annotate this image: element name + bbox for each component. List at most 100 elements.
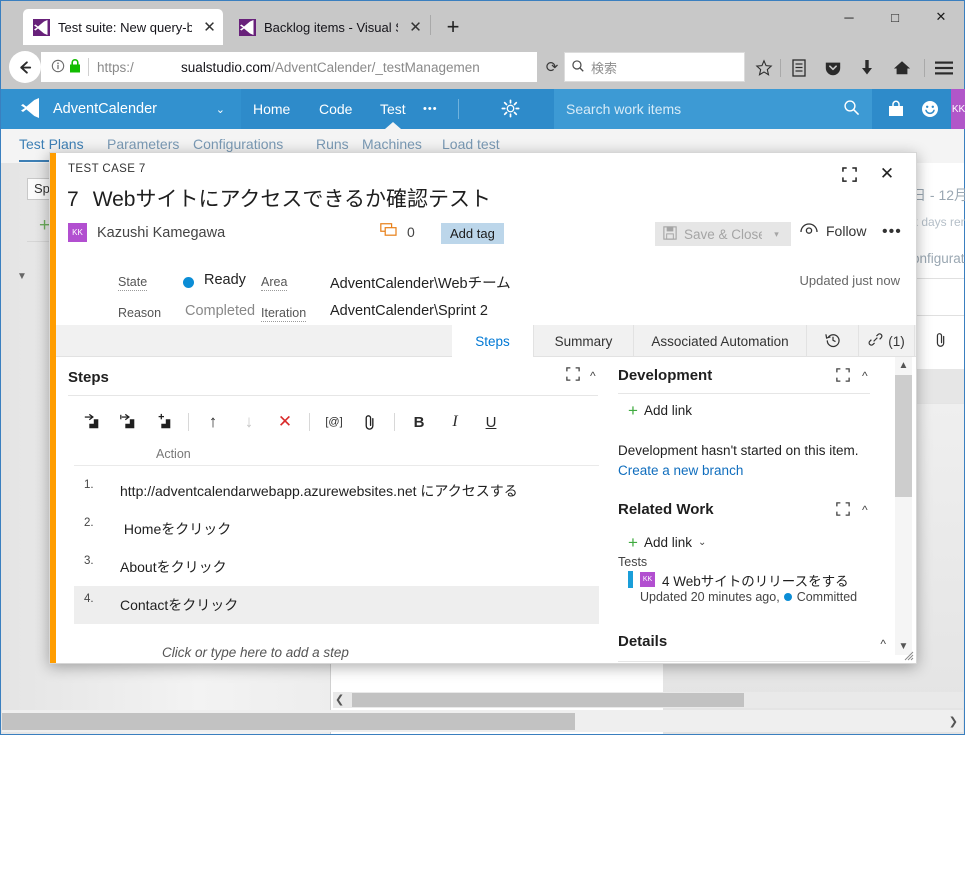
create-new-branch-link[interactable]: Create a new branch <box>618 463 743 478</box>
related-work-add-link-button[interactable]: + Add link ⌄ <box>628 534 706 551</box>
url-path: /AdventCalender/_testManagemen <box>271 59 480 75</box>
step-row[interactable]: 4. Contactをクリック <box>74 586 599 624</box>
library-icon[interactable] <box>786 55 812 81</box>
new-tab-button[interactable]: + <box>441 15 465 39</box>
collapse-development-icon[interactable]: ^ <box>862 369 868 383</box>
marketplace-bag-icon[interactable] <box>887 100 905 121</box>
related-work-item-state-dot <box>783 593 792 601</box>
reload-button[interactable]: ⟳ <box>537 52 567 82</box>
browser-tab-title: Backlog items - Visual Stu... <box>264 19 398 35</box>
feedback-smiley-icon[interactable] <box>921 100 939 121</box>
italic-icon[interactable]: I <box>437 408 473 436</box>
iteration-field-value[interactable]: AdventCalender\Sprint 2 <box>330 303 488 319</box>
step-action-text[interactable]: http://adventcalendarwebapp.azurewebsite… <box>120 472 518 501</box>
vsts-nav-more[interactable]: ••• <box>423 89 438 129</box>
bold-icon[interactable]: B <box>401 408 437 436</box>
expand-development-icon[interactable] <box>836 368 850 385</box>
step-row[interactable]: 1. http://adventcalendarwebapp.azurewebs… <box>74 472 599 510</box>
pocket-icon[interactable] <box>820 55 846 81</box>
browser-search-bar[interactable]: 検索 <box>564 52 745 82</box>
divider <box>68 395 598 396</box>
scroll-left-icon[interactable]: ❮ <box>335 693 344 706</box>
dialog-resize-grip[interactable] <box>902 649 914 661</box>
insert-shared-step-icon[interactable] <box>110 408 146 436</box>
vsts-nav-home[interactable]: Home <box>253 89 290 129</box>
delete-step-icon[interactable]: ✕ <box>267 408 303 436</box>
save-dropdown-button[interactable]: ▾ <box>762 222 791 246</box>
window-minimize-button[interactable]: ─ <box>826 1 872 33</box>
vsts-nav-code[interactable]: Code <box>319 89 352 129</box>
collapse-steps-icon[interactable]: ^ <box>590 369 596 383</box>
tab-steps[interactable]: Steps <box>452 325 533 357</box>
tab-attachments[interactable] <box>914 325 965 357</box>
underline-icon[interactable]: U <box>473 408 509 436</box>
hub-tab-load-test[interactable]: Load test <box>442 136 500 152</box>
hub-tab-machines[interactable]: Machines <box>362 136 422 152</box>
window-maximize-button[interactable]: □ <box>872 1 918 33</box>
expand-related-work-icon[interactable] <box>836 502 850 519</box>
page-scrollbar-thumb[interactable] <box>2 713 575 730</box>
browser-tab-close-icon[interactable]: ✕ <box>202 18 217 36</box>
browser-tab-0[interactable]: Test suite: New query-bas... ✕ <box>23 9 223 45</box>
tab-history[interactable] <box>806 325 858 357</box>
work-items-search-box[interactable]: Search work items <box>554 89 872 129</box>
add-step-hint[interactable]: Click or type here to add a step <box>162 645 349 660</box>
hub-tab-test-plans[interactable]: Test Plans <box>19 136 84 152</box>
browser-tab-1[interactable]: Backlog items - Visual Stu... ✕ <box>229 9 429 45</box>
tab-links[interactable]: (1) <box>858 325 914 357</box>
work-item-title-text: Webサイトにアクセスできるか確認テスト <box>92 188 492 211</box>
development-add-link-button[interactable]: + Add link <box>628 402 692 419</box>
back-button[interactable] <box>9 51 41 83</box>
insert-parameter-icon[interactable]: [@] <box>316 408 352 436</box>
close-dialog-icon[interactable]: ✕ <box>876 163 898 185</box>
menu-icon[interactable] <box>931 55 957 81</box>
area-field-value[interactable]: AdventCalender\Webチーム <box>330 272 511 293</box>
downloads-icon[interactable] <box>854 55 880 81</box>
left-panel-scrollbar[interactable] <box>2 593 16 873</box>
bookmark-star-icon[interactable] <box>751 55 777 81</box>
add-tag-button[interactable]: Add tag <box>441 223 504 244</box>
user-avatar[interactable]: KK <box>951 89 965 129</box>
collapse-details-icon[interactable]: ^ <box>880 637 886 651</box>
gear-icon[interactable] <box>501 99 520 121</box>
chevron-down-icon[interactable]: ⌄ <box>216 103 225 116</box>
step-action-text[interactable]: Homeをクリック <box>120 510 231 539</box>
maximize-dialog-icon[interactable] <box>838 163 860 185</box>
home-icon[interactable] <box>889 55 915 81</box>
collapse-caret-icon[interactable]: ▼ <box>17 271 27 282</box>
chevron-down-icon[interactable]: ⌄ <box>698 537 706 548</box>
step-action-text[interactable]: Contactをクリック <box>120 586 238 615</box>
inner-scrollbar-thumb[interactable] <box>352 693 744 707</box>
search-icon[interactable] <box>843 99 860 119</box>
window-close-button[interactable]: ✕ <box>918 1 964 33</box>
state-field-value[interactable]: Ready <box>204 272 246 288</box>
scroll-right-icon[interactable]: ❯ <box>949 715 958 728</box>
more-actions-button[interactable]: ••• <box>882 223 902 241</box>
dialog-scrollbar-thumb[interactable] <box>895 375 912 497</box>
hub-tab-runs[interactable]: Runs <box>316 136 349 152</box>
step-action-text[interactable]: Aboutをクリック <box>120 548 227 577</box>
hub-tab-parameters[interactable]: Parameters <box>107 136 179 152</box>
move-up-icon[interactable]: ↑ <box>195 408 231 436</box>
follow-button[interactable]: Follow <box>800 223 866 239</box>
scroll-up-icon[interactable]: ▲ <box>895 357 912 374</box>
project-selector[interactable]: AdventCalender ⌄ <box>1 89 241 129</box>
step-row[interactable]: 3. Aboutをクリック <box>74 548 599 586</box>
url-bar[interactable]: https:/ sualstudio.com/AdventCalender/_t… <box>41 52 537 82</box>
assigned-to-field[interactable]: KK Kazushi Kamegawa <box>68 223 225 242</box>
browser-tab-close-icon[interactable]: ✕ <box>408 18 423 36</box>
add-step-icon[interactable] <box>146 408 182 436</box>
insert-step-icon[interactable] <box>74 408 110 436</box>
reason-field-value[interactable]: Completed <box>185 303 255 319</box>
step-row[interactable]: 2. Homeをクリック <box>74 510 599 548</box>
collapse-related-work-icon[interactable]: ^ <box>862 503 868 517</box>
discussion-count[interactable]: 0 <box>380 223 415 241</box>
hub-tab-configurations[interactable]: Configurations <box>193 136 283 152</box>
tab-summary[interactable]: Summary <box>533 325 633 357</box>
tab-associated-automation[interactable]: Associated Automation <box>633 325 806 357</box>
related-work-item-link[interactable]: 4 Webサイトのリリースをする <box>662 570 849 590</box>
attachment-icon[interactable] <box>352 408 388 436</box>
dialog-vertical-scrollbar[interactable]: ▲ ▼ <box>895 357 912 655</box>
expand-steps-icon[interactable] <box>566 367 580 384</box>
page-info-icon[interactable] <box>51 59 65 76</box>
